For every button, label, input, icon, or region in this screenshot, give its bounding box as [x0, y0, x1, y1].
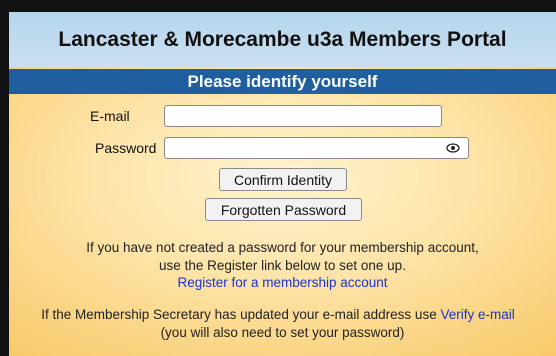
- info-line-2: use the Register link below to set one u…: [159, 258, 406, 273]
- forgotten-password-button[interactable]: Forgotten Password: [205, 198, 362, 221]
- info-line-1: If you have not created a password for y…: [86, 240, 479, 255]
- register-link[interactable]: Register for a membership account: [9, 275, 556, 290]
- portal-header: Lancaster & Morecambe u3a Members Portal: [9, 12, 556, 67]
- email-label: E-mail: [90, 108, 130, 124]
- info-line-4: (you will also need to set your password…: [160, 325, 405, 340]
- page-title: Lancaster & Morecambe u3a Members Portal: [58, 27, 507, 51]
- password-label: Password: [95, 140, 157, 156]
- eye-icon[interactable]: [446, 142, 460, 154]
- confirm-identity-button[interactable]: Confirm Identity: [219, 168, 347, 191]
- email-field[interactable]: [164, 105, 442, 127]
- portal-panel: Lancaster & Morecambe u3a Members Portal…: [9, 12, 556, 356]
- info-line-3-text: If the Membership Secretary has updated …: [41, 307, 441, 322]
- banner-title: Please identify yourself: [187, 71, 378, 91]
- password-field[interactable]: [164, 137, 469, 159]
- info-line-3: If the Membership Secretary has updated …: [9, 307, 556, 322]
- verify-email-link[interactable]: Verify e-mail: [440, 307, 514, 322]
- identify-banner: Please identify yourself: [9, 69, 556, 94]
